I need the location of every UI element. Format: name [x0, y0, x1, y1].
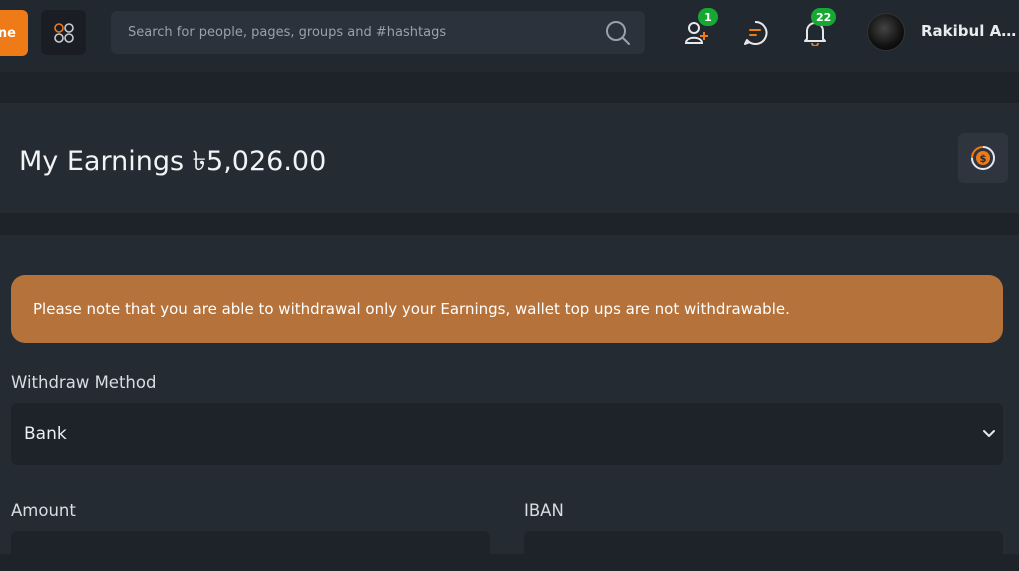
withdraw-notice-text: Please note that you are able to withdra… — [33, 300, 790, 318]
logo-text: ne — [0, 25, 16, 41]
amount-label: Amount — [11, 501, 76, 520]
earnings-header: My Earnings ৳5,026.00 $ — [0, 103, 1019, 213]
messages-button[interactable] — [740, 18, 770, 48]
notifications-badge: 22 — [811, 8, 837, 26]
withdraw-method-value: Bank — [24, 424, 67, 444]
search-input[interactable] — [111, 11, 591, 54]
withdraw-notice: Please note that you are able to withdra… — [11, 275, 1003, 343]
withdraw-method-select[interactable]: Bank — [11, 403, 1003, 465]
chat-icon — [744, 20, 768, 45]
dollar-coin-icon: $ — [971, 146, 995, 170]
search-icon[interactable] — [605, 20, 631, 46]
logo-button[interactable]: ne — [0, 10, 28, 56]
avatar[interactable] — [867, 13, 905, 51]
apps-menu-button[interactable] — [41, 10, 86, 55]
page-title: My Earnings ৳5,026.00 — [19, 146, 327, 177]
search-bar — [111, 11, 645, 54]
withdraw-method-label: Withdraw Method — [11, 373, 157, 392]
svg-text:$: $ — [980, 154, 987, 165]
withdraw-form: Please note that you are able to withdra… — [0, 235, 1019, 554]
notifications-button[interactable]: 22 — [800, 8, 837, 48]
friend-requests-badge: 1 — [698, 8, 718, 26]
user-name[interactable]: Rakibul Ala... — [921, 22, 1019, 40]
earnings-button[interactable]: $ — [958, 133, 1008, 183]
amount-field[interactable] — [11, 531, 490, 571]
chevron-down-icon — [983, 430, 995, 437]
iban-label: IBAN — [524, 501, 564, 520]
iban-field[interactable] — [524, 531, 1003, 571]
apps-grid-icon — [53, 22, 74, 43]
friend-requests-button[interactable]: 1 — [681, 8, 718, 48]
top-navbar: ne 1 — [0, 0, 1019, 72]
